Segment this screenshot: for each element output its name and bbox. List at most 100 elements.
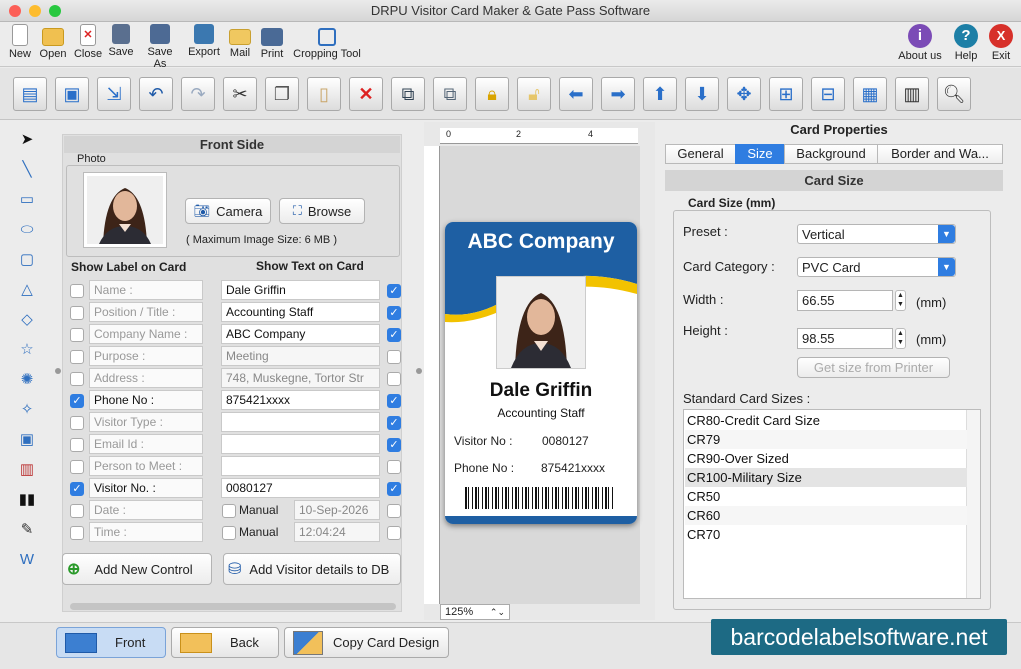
- label-text-field[interactable]: Address :: [89, 368, 203, 388]
- category-select[interactable]: PVC Card ▼: [797, 257, 956, 277]
- align-horizontal-button[interactable]: ⊞: [769, 77, 803, 111]
- show-text-checkbox[interactable]: ✓: [387, 394, 401, 408]
- show-text-checkbox[interactable]: ✓: [387, 306, 401, 320]
- new-button[interactable]: New: [8, 24, 32, 60]
- send-back-button[interactable]: ⧉: [433, 77, 467, 111]
- show-label-checkbox[interactable]: [70, 306, 84, 320]
- width-input[interactable]: 66.55: [797, 290, 893, 311]
- save-button[interactable]: Save: [108, 24, 134, 58]
- list-item[interactable]: CR90-Over Sized: [685, 449, 967, 468]
- show-label-checkbox[interactable]: [70, 328, 84, 342]
- zoom-preview-button[interactable]: 🔍︎: [937, 77, 971, 111]
- label-text-field[interactable]: Position / Title :: [89, 302, 203, 322]
- get-size-from-printer-button[interactable]: Get size from Printer: [797, 357, 950, 378]
- signature-tool[interactable]: ✎: [16, 518, 38, 540]
- burst-tool[interactable]: ✺: [16, 368, 38, 390]
- copy-card-design-button[interactable]: Copy Card Design: [284, 627, 449, 658]
- value-text-field[interactable]: Meeting: [221, 346, 380, 366]
- add-new-control-button[interactable]: ⊕ Add New Control: [62, 553, 212, 585]
- show-label-checkbox[interactable]: ✓: [70, 482, 84, 496]
- picture-tool[interactable]: ▣: [16, 428, 38, 450]
- tab-size[interactable]: Size: [735, 144, 785, 164]
- minimize-window-button[interactable]: [29, 5, 41, 17]
- about-us-button[interactable]: i About us: [897, 24, 943, 62]
- show-label-checkbox[interactable]: [70, 350, 84, 364]
- show-text-checkbox[interactable]: [387, 460, 401, 474]
- height-input[interactable]: 98.55: [797, 328, 893, 349]
- print-button[interactable]: Print: [259, 24, 285, 60]
- list-item[interactable]: CR60: [685, 506, 967, 525]
- bring-front-button[interactable]: ⧉: [391, 77, 425, 111]
- browse-button[interactable]: ⛶ Browse: [279, 198, 365, 224]
- show-label-checkbox[interactable]: [70, 438, 84, 452]
- value-text-field[interactable]: [221, 412, 380, 432]
- move-left-button[interactable]: ⬅: [559, 77, 593, 111]
- cut-button[interactable]: ✂: [223, 77, 257, 111]
- list-item[interactable]: CR100-Military Size: [685, 468, 967, 487]
- time-manual-checkbox[interactable]: [222, 526, 236, 540]
- label-text-field[interactable]: Visitor No. :: [89, 478, 203, 498]
- width-stepper[interactable]: ▲ ▼: [895, 290, 906, 311]
- mail-button[interactable]: Mail: [228, 24, 252, 59]
- show-label-checkbox[interactable]: [70, 284, 84, 298]
- time-text-checkbox[interactable]: [387, 526, 401, 540]
- time-value[interactable]: 12:04:24: [294, 522, 380, 542]
- list-item[interactable]: CR50: [685, 487, 967, 506]
- show-label-checkbox[interactable]: [70, 416, 84, 430]
- value-text-field[interactable]: Dale Griffin: [221, 280, 380, 300]
- date-label-checkbox[interactable]: [70, 504, 84, 518]
- shape-tool[interactable]: ✧: [16, 398, 38, 420]
- show-text-checkbox[interactable]: ✓: [387, 438, 401, 452]
- value-text-field[interactable]: ABC Company: [221, 324, 380, 344]
- date-value[interactable]: 10-Sep-2026: [294, 500, 380, 520]
- save-as-button[interactable]: Save As: [140, 24, 180, 70]
- show-label-checkbox[interactable]: [70, 460, 84, 474]
- add-visitor-db-button[interactable]: ⛁ Add Visitor details to DB: [223, 553, 401, 585]
- delete-button[interactable]: ✕: [349, 77, 383, 111]
- diamond-tool[interactable]: ◇: [16, 308, 38, 330]
- date-label-field[interactable]: Date :: [89, 500, 203, 520]
- date-manual-checkbox[interactable]: [222, 504, 236, 518]
- horizontal-scrollbar[interactable]: [70, 603, 396, 610]
- label-text-field[interactable]: Person to Meet :: [89, 456, 203, 476]
- value-text-field[interactable]: [221, 456, 380, 476]
- value-text-field[interactable]: 875421xxxx: [221, 390, 380, 410]
- show-text-checkbox[interactable]: [387, 350, 401, 364]
- tab-border-and-watermark[interactable]: Border and Wa...: [877, 144, 1003, 164]
- label-text-field[interactable]: Email Id :: [89, 434, 203, 454]
- close-window-button[interactable]: [9, 5, 21, 17]
- open-button[interactable]: Open: [38, 24, 68, 60]
- help-button[interactable]: ? Help: [953, 24, 979, 62]
- align-vertical-button[interactable]: ⊟: [811, 77, 845, 111]
- star-tool[interactable]: ☆: [16, 338, 38, 360]
- front-button[interactable]: Front: [56, 627, 166, 658]
- ellipse-tool[interactable]: ⬭: [16, 218, 38, 240]
- height-stepper[interactable]: ▲ ▼: [895, 328, 906, 349]
- tab-general[interactable]: General: [665, 144, 736, 164]
- value-text-field[interactable]: 748, Muskegne, Tortor Str: [221, 368, 380, 388]
- label-text-field[interactable]: Phone No :: [89, 390, 203, 410]
- insert-image-button[interactable]: ⇲: [97, 77, 131, 111]
- copy-button[interactable]: ❐: [265, 77, 299, 111]
- line-tool[interactable]: ╲: [16, 158, 38, 180]
- time-label-checkbox[interactable]: [70, 526, 84, 540]
- library-tool[interactable]: ▥: [16, 458, 38, 480]
- triangle-tool[interactable]: △: [16, 278, 38, 300]
- label-text-field[interactable]: Name :: [89, 280, 203, 300]
- barcode-tool[interactable]: ▮▮: [16, 488, 38, 510]
- value-text-field[interactable]: [221, 434, 380, 454]
- date-text-checkbox[interactable]: [387, 504, 401, 518]
- move-up-button[interactable]: ⬆: [643, 77, 677, 111]
- close-file-button[interactable]: ✕ Close: [73, 24, 103, 60]
- label-text-field[interactable]: Company Name :: [89, 324, 203, 344]
- export-button[interactable]: Export: [187, 24, 221, 58]
- show-text-checkbox[interactable]: ✓: [387, 416, 401, 430]
- pointer-tool[interactable]: ➤: [16, 128, 38, 150]
- label-text-field[interactable]: Purpose :: [89, 346, 203, 366]
- label-text-field[interactable]: Visitor Type :: [89, 412, 203, 432]
- maximize-window-button[interactable]: [49, 5, 61, 17]
- zoom-select[interactable]: 125% ⌃⌄: [440, 604, 510, 620]
- list-item[interactable]: CR80-Credit Card Size: [685, 411, 967, 430]
- preset-select[interactable]: Vertical ▼: [797, 224, 956, 244]
- list-item[interactable]: CR79: [685, 430, 967, 449]
